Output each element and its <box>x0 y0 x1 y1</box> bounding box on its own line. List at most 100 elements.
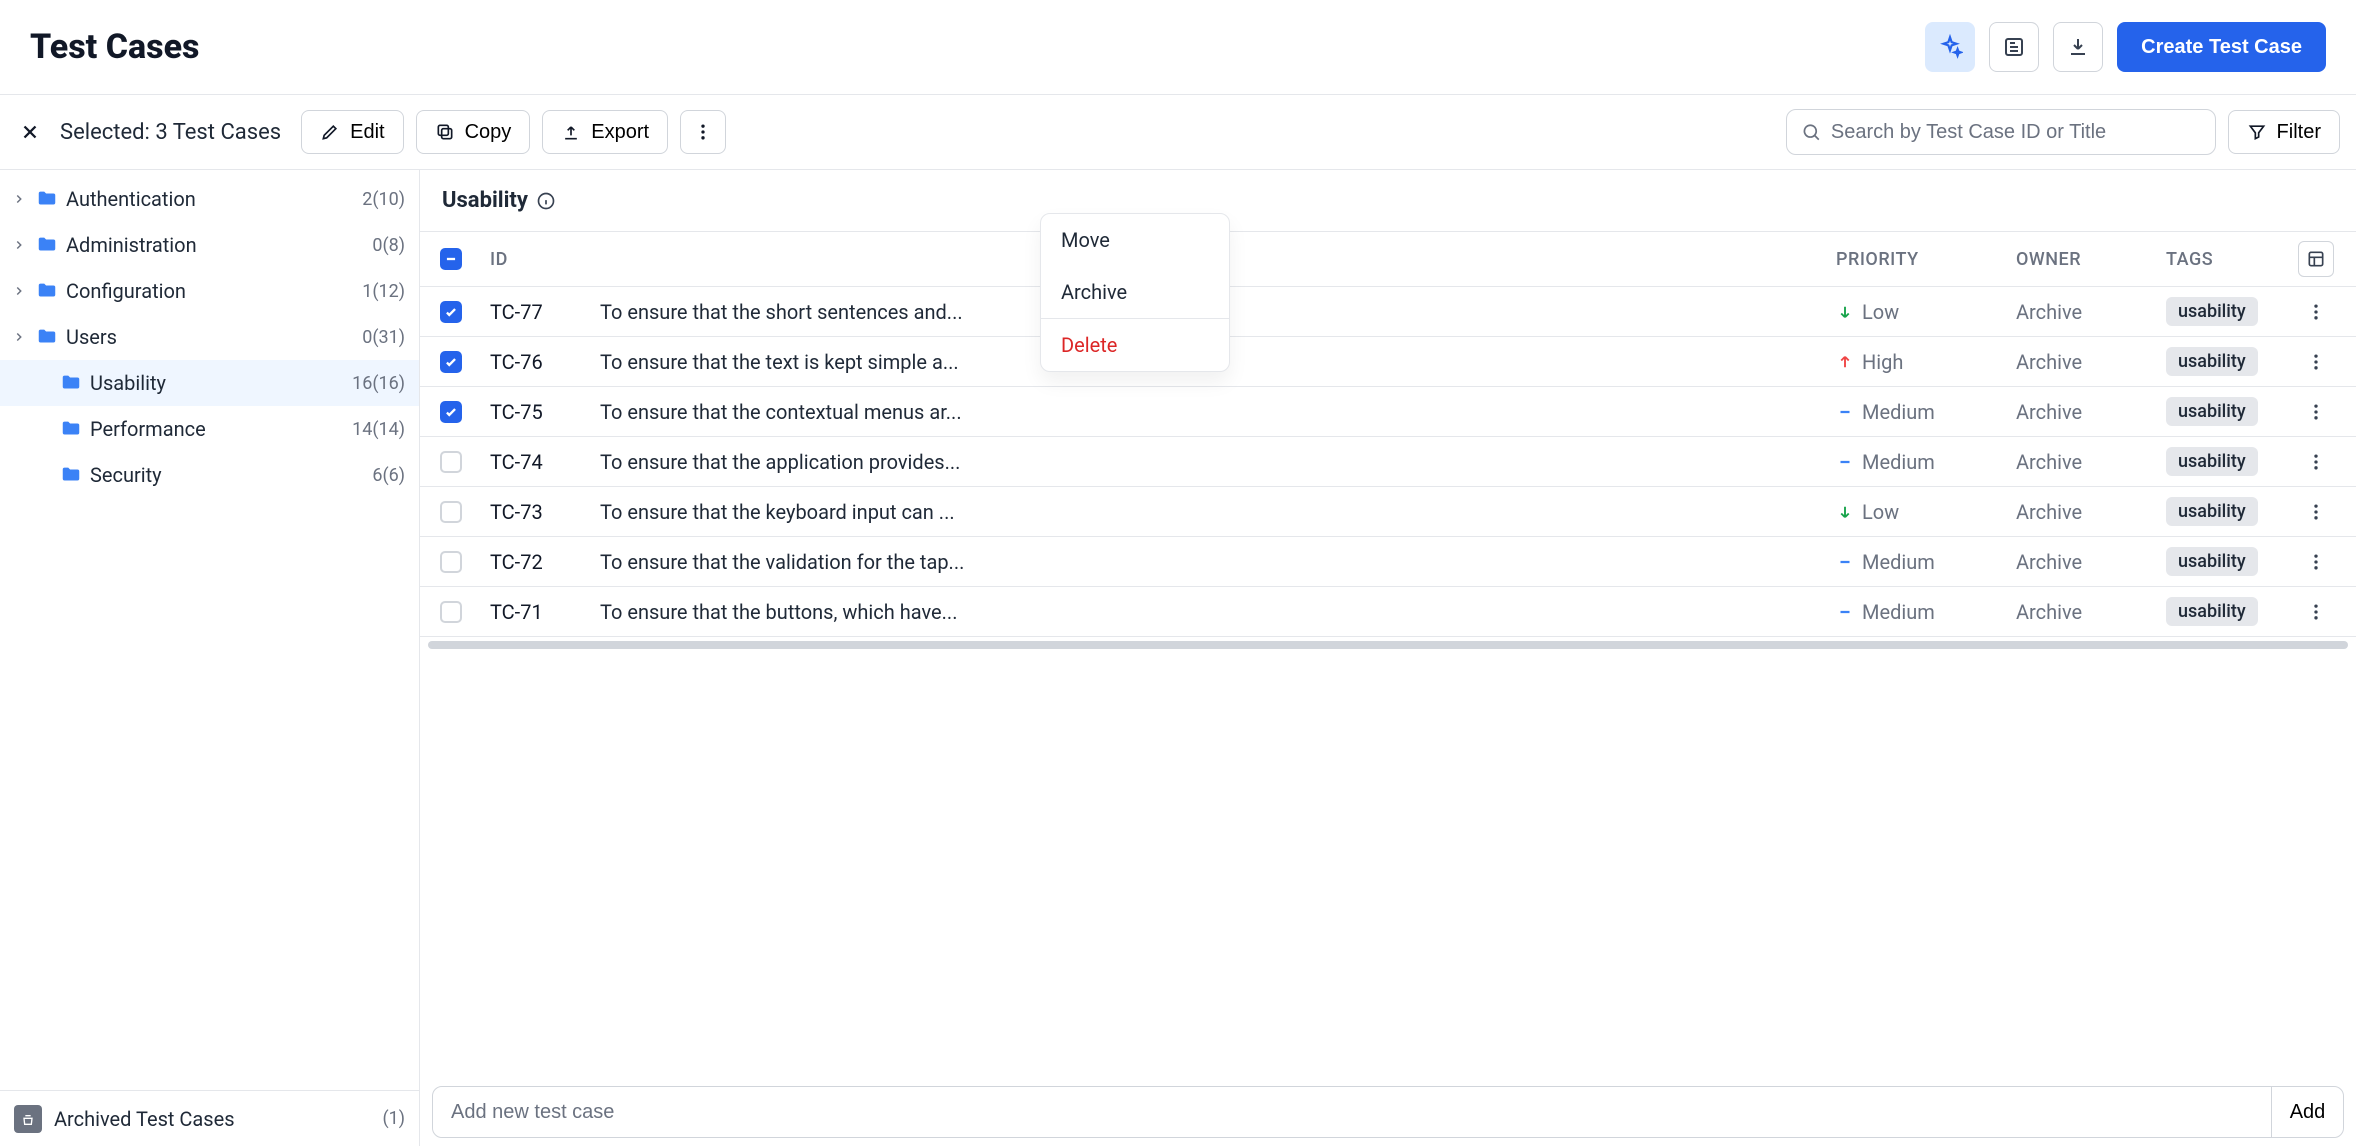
row-checkbox[interactable] <box>440 501 462 523</box>
row-tag: usability <box>2166 497 2258 526</box>
page-header: Test Cases Create Test Case <box>0 0 2356 95</box>
priority-icon <box>1836 553 1854 571</box>
folder-name: Performance <box>90 417 346 441</box>
row-owner: Archive <box>2016 600 2166 624</box>
row-more-button[interactable] <box>2306 602 2326 622</box>
row-owner: Archive <box>2016 350 2166 374</box>
row-checkbox[interactable] <box>440 551 462 573</box>
sidebar-folder-configuration[interactable]: Configuration1(12) <box>0 268 419 314</box>
sidebar: Authentication2(10)Administration0(8)Con… <box>0 170 420 1146</box>
folder-icon <box>34 280 60 302</box>
priority-icon <box>1836 453 1854 471</box>
row-more-button[interactable] <box>2306 352 2326 372</box>
folder-name: Configuration <box>66 279 356 303</box>
row-checkbox[interactable] <box>440 601 462 623</box>
row-priority: High <box>1836 350 2016 374</box>
search-input[interactable] <box>1831 121 2201 144</box>
row-tag: usability <box>2166 297 2258 326</box>
row-checkbox[interactable] <box>440 351 462 373</box>
table-row[interactable]: TC-71To ensure that the buttons, which h… <box>420 587 2356 637</box>
folder-count: 16(16) <box>352 373 405 394</box>
column-header-priority[interactable]: PRIORITY <box>1836 249 2016 270</box>
content-area: Authentication2(10)Administration0(8)Con… <box>0 170 2356 1146</box>
row-title: To ensure that the application provides.… <box>600 450 1836 474</box>
priority-icon <box>1836 303 1854 321</box>
horizontal-scrollbar[interactable] <box>428 641 2348 649</box>
table-row[interactable]: TC-77To ensure that the short sentences … <box>420 287 2356 337</box>
close-icon <box>19 121 41 143</box>
folder-icon <box>58 372 84 394</box>
dropdown-archive[interactable]: Archive <box>1041 266 1229 318</box>
row-title: To ensure that the keyboard input can ..… <box>600 500 1836 524</box>
row-more-button[interactable] <box>2306 402 2326 422</box>
row-more-button[interactable] <box>2306 452 2326 472</box>
add-test-case-bar: Add <box>432 1086 2344 1138</box>
create-test-case-button[interactable]: Create Test Case <box>2117 22 2326 72</box>
table-row[interactable]: TC-74To ensure that the application prov… <box>420 437 2356 487</box>
row-more-button[interactable] <box>2306 552 2326 572</box>
ai-sparkle-button[interactable] <box>1925 22 1975 72</box>
copy-button[interactable]: Copy <box>416 110 531 154</box>
sparkle-icon <box>1937 34 1963 60</box>
chevron-right-icon <box>10 330 28 344</box>
table-row[interactable]: TC-73To ensure that the keyboard input c… <box>420 487 2356 537</box>
import-button[interactable] <box>1989 22 2039 72</box>
search-box[interactable] <box>1786 109 2216 155</box>
filter-button[interactable]: Filter <box>2228 110 2340 154</box>
select-all-checkbox[interactable] <box>440 248 462 270</box>
folder-count: 0(8) <box>372 235 405 256</box>
more-vertical-icon <box>693 122 713 142</box>
row-id: TC-77 <box>490 300 600 324</box>
clear-selection-button[interactable] <box>16 118 44 146</box>
table-row[interactable]: TC-75To ensure that the contextual menus… <box>420 387 2356 437</box>
column-header-id[interactable]: ID <box>490 249 600 270</box>
folder-name: Users <box>66 325 356 349</box>
archived-test-cases-row[interactable]: Archived Test Cases (1) <box>0 1090 419 1146</box>
folder-count: 2(10) <box>362 189 405 210</box>
folder-title: Usability <box>442 188 528 213</box>
sidebar-folder-users[interactable]: Users0(31) <box>0 314 419 360</box>
sidebar-folder-performance[interactable]: Performance14(14) <box>0 406 419 452</box>
sidebar-folder-administration[interactable]: Administration0(8) <box>0 222 419 268</box>
column-header-tags[interactable]: TAGS <box>2166 249 2296 270</box>
row-checkbox[interactable] <box>440 451 462 473</box>
folder-icon <box>34 188 60 210</box>
folder-list: Authentication2(10)Administration0(8)Con… <box>0 170 419 1090</box>
table-row[interactable]: TC-76To ensure that the text is kept sim… <box>420 337 2356 387</box>
info-icon[interactable] <box>536 191 556 211</box>
row-checkbox[interactable] <box>440 301 462 323</box>
table-row[interactable]: TC-72To ensure that the validation for t… <box>420 537 2356 587</box>
row-owner: Archive <box>2016 300 2166 324</box>
column-settings-button[interactable] <box>2298 241 2334 277</box>
dropdown-delete[interactable]: Delete <box>1041 318 1229 371</box>
main-panel: Usability Move Archive Delete ID PRIORIT… <box>420 170 2356 1146</box>
download-button[interactable] <box>2053 22 2103 72</box>
row-id: TC-72 <box>490 550 600 574</box>
row-checkbox[interactable] <box>440 401 462 423</box>
copy-label: Copy <box>465 121 512 144</box>
sidebar-folder-authentication[interactable]: Authentication2(10) <box>0 176 419 222</box>
sidebar-folder-security[interactable]: Security6(6) <box>0 452 419 498</box>
chevron-right-icon <box>10 284 28 298</box>
row-more-button[interactable] <box>2306 502 2326 522</box>
add-test-case-input[interactable] <box>433 1087 2271 1137</box>
row-priority: Medium <box>1836 600 2016 624</box>
dropdown-move[interactable]: Move <box>1041 214 1229 266</box>
more-actions-button[interactable] <box>680 110 726 154</box>
sidebar-folder-usability[interactable]: Usability16(16) <box>0 360 419 406</box>
row-id: TC-71 <box>490 600 600 624</box>
add-button[interactable]: Add <box>2271 1087 2343 1137</box>
row-priority: Medium <box>1836 450 2016 474</box>
copy-icon <box>435 122 455 142</box>
column-header-owner[interactable]: OWNER <box>2016 249 2166 270</box>
row-title: To ensure that the contextual menus ar..… <box>600 400 1836 424</box>
archived-label: Archived Test Cases <box>54 1107 370 1131</box>
row-tag: usability <box>2166 347 2258 376</box>
folder-count: 6(6) <box>372 465 405 486</box>
row-more-button[interactable] <box>2306 302 2326 322</box>
export-button[interactable]: Export <box>542 110 668 154</box>
edit-button[interactable]: Edit <box>301 110 403 154</box>
row-tag: usability <box>2166 447 2258 476</box>
row-tag: usability <box>2166 397 2258 426</box>
table-wrapper: Move Archive Delete ID PRIORITY OWNER TA… <box>420 231 2356 649</box>
